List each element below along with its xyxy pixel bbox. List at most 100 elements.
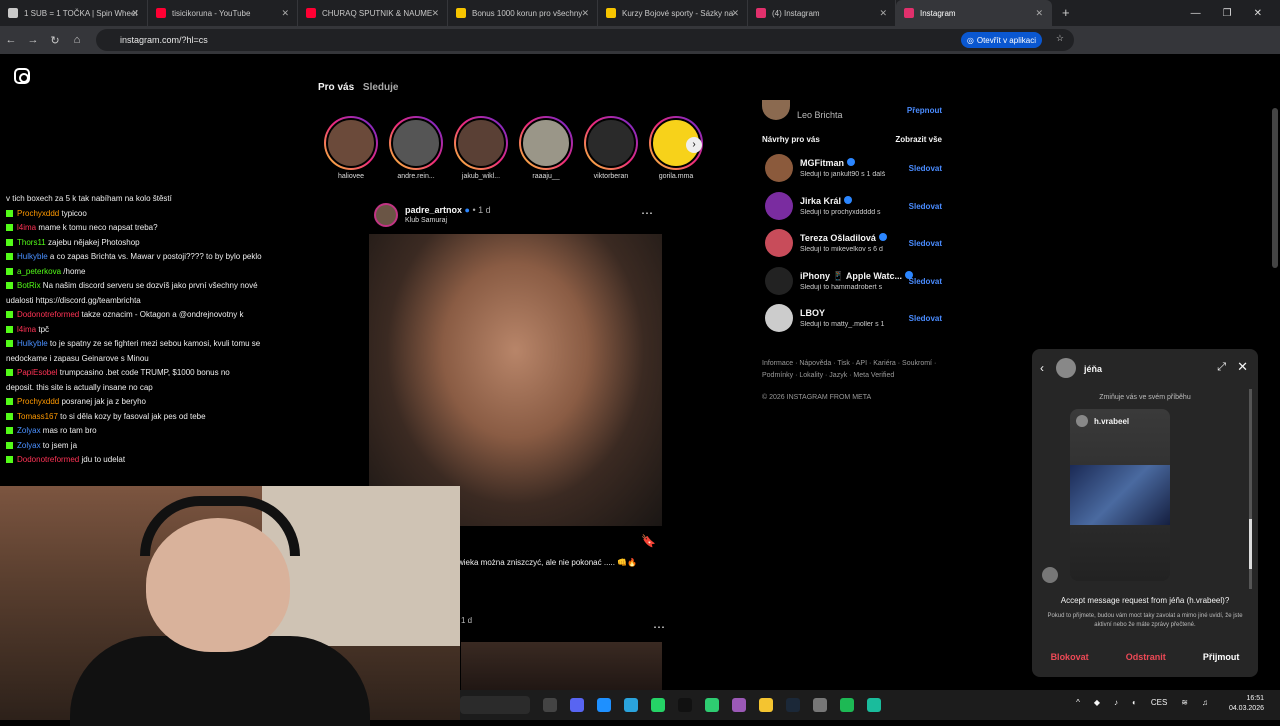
browser-tab[interactable]: CHURAQ SPUTNIK & NAUME ✕ (298, 0, 448, 26)
story-item[interactable]: viktorberan (584, 116, 638, 180)
language-indicator[interactable]: CES (1151, 698, 1167, 707)
avatar[interactable] (765, 154, 793, 182)
suggestion-name[interactable]: MGFitman (800, 158, 855, 168)
chat-message: BotRix Na našim discord serveru se dozví… (6, 281, 258, 290)
avatar[interactable] (765, 229, 793, 257)
browser-tab[interactable]: (4) Instagram ✕ (748, 0, 896, 26)
browser-tab[interactable]: Instagram ✕ (896, 0, 1052, 26)
speaker-icon[interactable]: ♫ (1202, 698, 1208, 707)
suggestions-title: Návrhy pro vás (762, 135, 820, 144)
story-reply-card[interactable]: h.vrabeel (1070, 409, 1170, 581)
url-field[interactable]: instagram.com/?hl=cs ◎ Otevřít v aplikac… (96, 29, 1074, 51)
close-tab-icon[interactable]: ✕ (281, 8, 289, 19)
story-item[interactable]: haliovee (324, 116, 378, 180)
story-item[interactable]: andre.rein... (389, 116, 443, 180)
story-item[interactable]: raaaju__ (519, 116, 573, 180)
dm-scrollbar[interactable] (1249, 389, 1252, 589)
more-options-icon[interactable]: ⋯ (653, 620, 665, 634)
microphone-icon[interactable]: ♪ (1114, 698, 1118, 707)
post-location[interactable]: Klub Samuraj (405, 217, 447, 224)
minimize-icon[interactable]: — (1191, 8, 1201, 19)
wifi-icon[interactable]: ≋ (1181, 698, 1188, 707)
browser-tab[interactable]: 1 SUB = 1 TOČKA | Spin Wheel ✕ (0, 0, 148, 26)
taskbar-app-icon[interactable] (651, 698, 665, 712)
tab-for-you[interactable]: Pro vás (318, 82, 354, 93)
taskbar-app-icon[interactable] (678, 698, 692, 712)
bookmark-icon[interactable]: 🔖 (641, 534, 656, 548)
taskbar-app-icon[interactable] (759, 698, 773, 712)
delete-button[interactable]: Odstranit (1126, 652, 1166, 662)
taskbar-app-icon[interactable] (867, 698, 881, 712)
close-tab-icon[interactable]: ✕ (1035, 8, 1043, 19)
switch-account-link[interactable]: Přepnout (907, 106, 942, 115)
taskbar-app-icon[interactable] (705, 698, 719, 712)
close-window-icon[interactable]: ✕ (1254, 8, 1262, 19)
instagram-logo-icon[interactable] (14, 68, 30, 84)
suggestion-name[interactable]: Jirka Král (800, 195, 853, 206)
close-tab-icon[interactable]: ✕ (431, 8, 439, 19)
clock[interactable]: 16:51 04.03.2026 (1229, 694, 1264, 714)
account-name[interactable]: Leo Brichta (797, 110, 843, 120)
dm-username[interactable]: jéňa (1084, 364, 1102, 374)
back-icon[interactable]: ‹ (1040, 361, 1044, 375)
follow-button[interactable]: Sledovat (909, 314, 942, 323)
forward-icon[interactable]: → (22, 34, 44, 46)
taskbar-search[interactable] (460, 696, 530, 714)
badge-icon (6, 282, 13, 289)
suggestion-name[interactable]: Tereza Ošladilová (800, 233, 887, 243)
close-tab-icon[interactable]: ✕ (581, 8, 589, 19)
taskbar-app-icon[interactable] (570, 698, 584, 712)
story-item[interactable]: jakub_wikl... (454, 116, 508, 180)
reload-icon[interactable]: ↻ (44, 34, 66, 47)
more-options-icon[interactable]: ⋯ (641, 206, 653, 220)
back-icon[interactable]: ← (0, 34, 22, 46)
close-tab-icon[interactable]: ✕ (131, 8, 139, 19)
accept-button[interactable]: Přijmout (1203, 652, 1240, 662)
follow-button[interactable]: Sledovat (909, 164, 942, 173)
suggestion-item: iPhony 📱 Apple Watc... Sledují to hammadr… (762, 266, 942, 297)
browser-tab[interactable]: Kurzy Bojové sporty - Sázky na ✕ (598, 0, 748, 26)
volume-icon[interactable]: ◐ (1132, 698, 1137, 707)
avatar[interactable] (765, 266, 793, 295)
story-avatar (389, 116, 443, 170)
home-icon[interactable]: ⌂ (66, 34, 88, 46)
suggestion-name[interactable]: iPhony 📱 Apple Watc... (800, 270, 914, 282)
avatar[interactable] (765, 304, 793, 332)
tab-following[interactable]: Sleduje (363, 82, 399, 93)
post-avatar[interactable] (374, 203, 398, 227)
taskbar-app-icon[interactable] (624, 698, 638, 712)
browser-tab[interactable]: tisicikoruna - YouTube ✕ (148, 0, 298, 26)
badge-icon (6, 253, 13, 260)
suggestion-name[interactable]: LBOY (800, 308, 825, 318)
expand-icon[interactable]: ⤢ (1217, 361, 1226, 374)
chevron-up-icon[interactable]: ^ (1076, 698, 1080, 707)
footer-links[interactable]: Informace · Nápověda · Tisk · API · Kari… (762, 358, 942, 382)
taskbar-app-icon[interactable] (840, 698, 854, 712)
post-image[interactable] (369, 234, 662, 526)
taskbar-app-icon[interactable] (732, 698, 746, 712)
close-tab-icon[interactable]: ✕ (731, 8, 739, 19)
taskbar-app-icon[interactable] (813, 698, 827, 712)
post-username[interactable]: padre_artnox ● • 1 d (405, 205, 491, 215)
star-icon[interactable]: ☆ (1056, 33, 1064, 44)
taskbar-app-icon[interactable] (597, 698, 611, 712)
follow-button[interactable]: Sledovat (909, 202, 942, 211)
follow-button[interactable]: Sledovat (909, 239, 942, 248)
see-all-link[interactable]: Zobrazit vše (895, 135, 942, 144)
network-icon[interactable]: ◆ (1094, 698, 1100, 707)
block-button[interactable]: Blokovat (1051, 652, 1089, 662)
close-tab-icon[interactable]: ✕ (879, 8, 887, 19)
avatar[interactable] (765, 191, 793, 220)
close-icon[interactable]: ✕ (1237, 359, 1248, 375)
browser-tab[interactable]: Bonus 1000 korun pro všechny ✕ (448, 0, 598, 26)
taskbar-app-icon[interactable] (543, 698, 557, 712)
open-in-app-button[interactable]: ◎ Otevřít v aplikaci (960, 32, 1042, 48)
follow-button[interactable]: Sledovat (909, 277, 942, 286)
taskbar-app-icon[interactable] (786, 698, 800, 712)
page-scrollbar[interactable] (1272, 108, 1278, 268)
maximize-icon[interactable]: ❐ (1223, 8, 1232, 19)
avatar[interactable] (762, 100, 790, 120)
stories-next-icon[interactable]: › (686, 137, 702, 153)
browser-tab-bar: 1 SUB = 1 TOČKA | Spin Wheel ✕ tisicikorun… (0, 0, 1280, 26)
new-tab-icon[interactable]: + (1062, 0, 1070, 26)
